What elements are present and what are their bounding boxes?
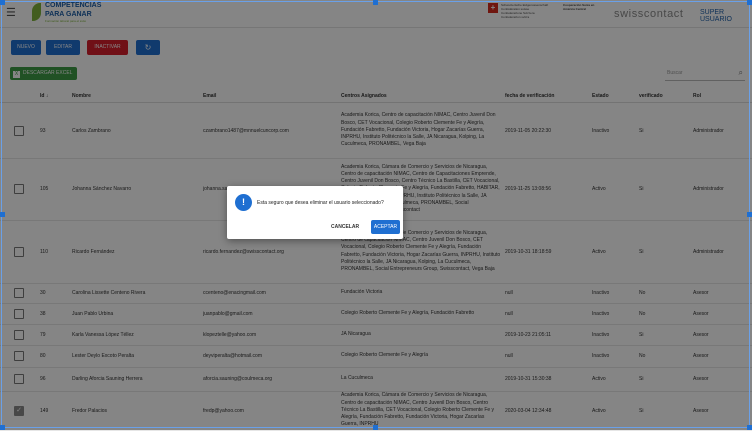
resize-handle[interactable] <box>747 212 752 217</box>
confirm-dialog: ! Esta seguro que desea eliminar el usua… <box>227 186 403 239</box>
cancel-button[interactable]: CANCELAR <box>331 224 359 230</box>
warning-icon: ! <box>235 194 252 211</box>
resize-handle[interactable] <box>0 212 5 217</box>
resize-handle[interactable] <box>373 0 378 5</box>
accept-button[interactable]: ACEPTAR <box>371 220 400 234</box>
resize-handle[interactable] <box>747 0 752 5</box>
resize-handle[interactable] <box>747 425 752 430</box>
resize-handle[interactable] <box>0 0 5 5</box>
resize-handle[interactable] <box>373 425 378 430</box>
dialog-message: Esta seguro que desea eliminar el usuari… <box>257 200 384 206</box>
resize-handle[interactable] <box>0 425 5 430</box>
